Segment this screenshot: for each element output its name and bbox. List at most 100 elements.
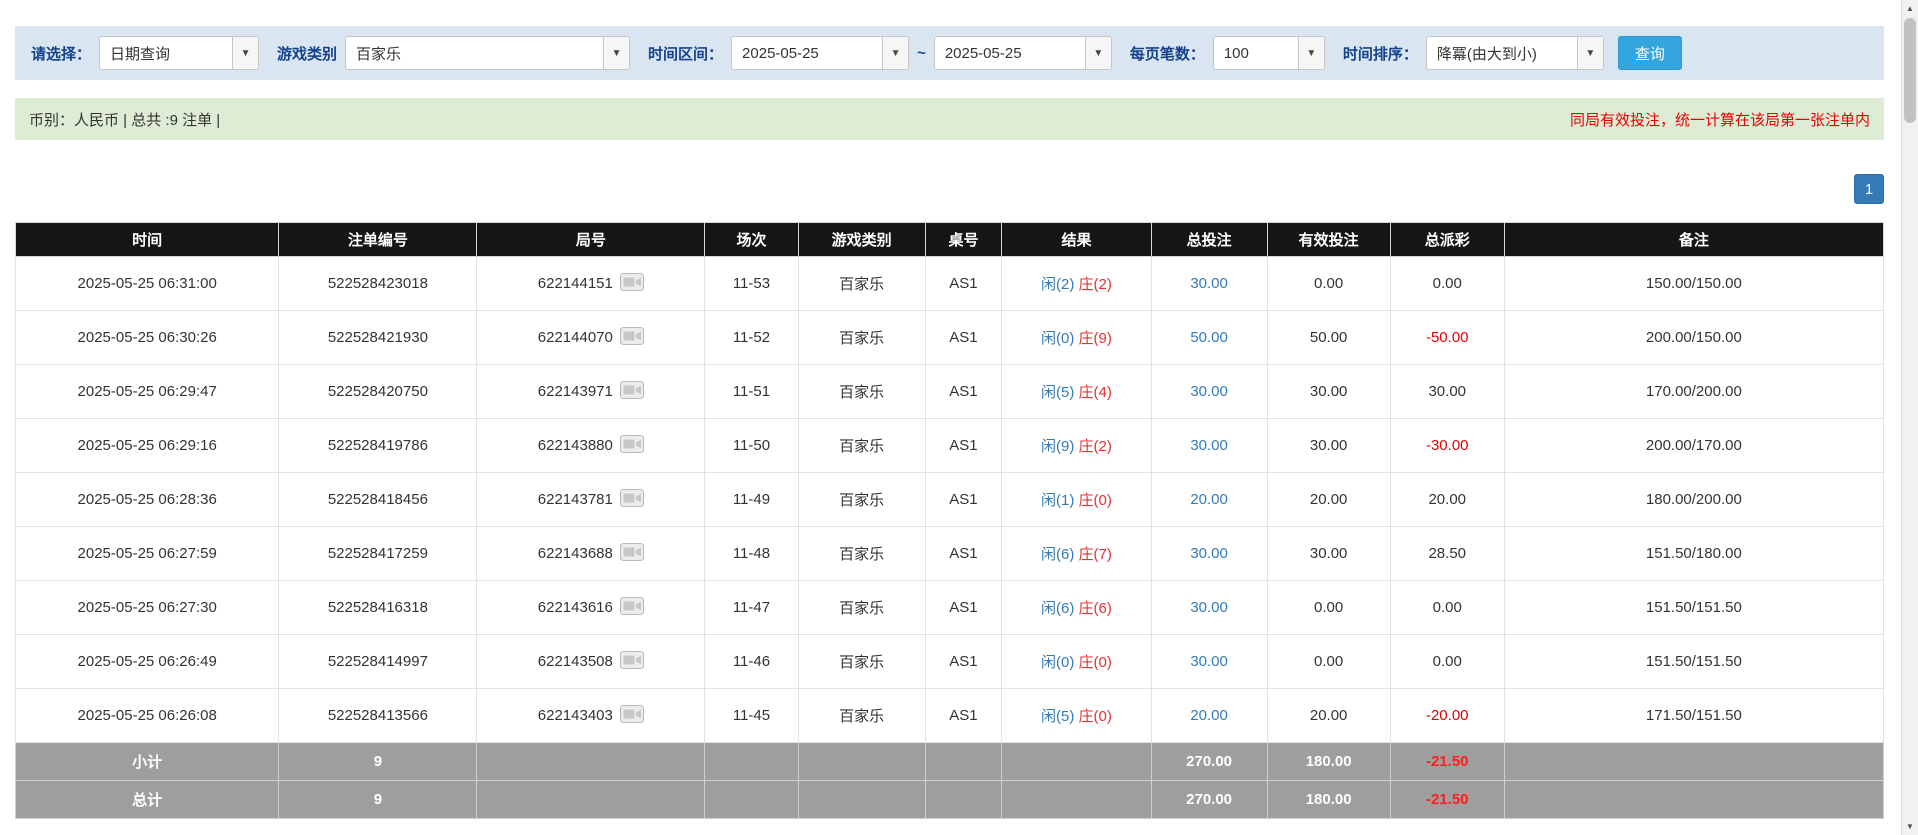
cell-table-no: AS1 xyxy=(925,257,1002,311)
game-type-label: 游戏类别 xyxy=(277,43,337,64)
column-header: 桌号 xyxy=(925,223,1002,257)
result-banker: 庄(0) xyxy=(1079,708,1112,725)
result-banker: 庄(9) xyxy=(1079,330,1112,347)
cell-time: 2025-05-25 06:29:47 xyxy=(16,365,279,419)
cell-total-bet: 30.00 xyxy=(1151,581,1267,635)
cell-round-id: 622143508 xyxy=(477,635,705,689)
total-bet-link[interactable]: 30.00 xyxy=(1190,653,1228,670)
cell-game-type: 百家乐 xyxy=(798,527,925,581)
column-header: 场次 xyxy=(705,223,798,257)
cell-valid-bet: 0.00 xyxy=(1267,635,1390,689)
subtotal-row: 小计 9 270.00 180.00 -21.50 xyxy=(16,743,1884,781)
total-bet-link[interactable]: 20.00 xyxy=(1190,491,1228,508)
scroll-down-arrow-icon[interactable]: ▼ xyxy=(1902,818,1918,835)
date-from-select[interactable]: 2025-05-25 ▼ xyxy=(731,36,909,70)
cell-valid-bet: 0.00 xyxy=(1267,257,1390,311)
scroll-up-arrow-icon[interactable]: ▲ xyxy=(1902,0,1918,17)
cell-result: 闲(6) 庄(7) xyxy=(1002,527,1151,581)
select-mode-label: 请选择： xyxy=(31,43,91,64)
page-size-label: 每页笔数： xyxy=(1130,43,1205,64)
round-number: 622143616 xyxy=(538,598,613,615)
subtotal-valid-bet: 180.00 xyxy=(1267,743,1390,781)
chevron-down-icon[interactable]: ▼ xyxy=(882,37,908,69)
replay-video-icon[interactable] xyxy=(620,543,644,565)
chevron-down-icon[interactable]: ▼ xyxy=(603,37,629,69)
chevron-down-icon[interactable]: ▼ xyxy=(1085,37,1111,69)
page-number-button[interactable]: 1 xyxy=(1854,174,1884,204)
total-bet-link[interactable]: 30.00 xyxy=(1190,437,1228,454)
cell-time: 2025-05-25 06:30:26 xyxy=(16,311,279,365)
replay-video-icon[interactable] xyxy=(620,597,644,619)
cell-remark: 200.00/150.00 xyxy=(1504,311,1883,365)
chevron-down-icon[interactable]: ▼ xyxy=(1577,37,1603,69)
sort-label: 时间排序： xyxy=(1343,43,1418,64)
total-row: 总计 9 270.00 180.00 -21.50 xyxy=(16,781,1884,819)
date-to-select[interactable]: 2025-05-25 ▼ xyxy=(934,36,1112,70)
table-body: 2025-05-25 06:31:00522528423018622144151… xyxy=(16,257,1884,743)
total-bet-link[interactable]: 30.00 xyxy=(1190,275,1228,292)
cell-game-type: 百家乐 xyxy=(798,581,925,635)
cell-time: 2025-05-25 06:28:36 xyxy=(16,473,279,527)
replay-video-icon[interactable] xyxy=(620,381,644,403)
cell-total-bet: 30.00 xyxy=(1151,635,1267,689)
total-bet-link[interactable]: 20.00 xyxy=(1190,707,1228,724)
total-bet-link[interactable]: 50.00 xyxy=(1190,329,1228,346)
total-bet-link[interactable]: 30.00 xyxy=(1190,599,1228,616)
subtotal-count: 9 xyxy=(279,743,477,781)
replay-video-icon[interactable] xyxy=(620,327,644,349)
cell-session: 11-48 xyxy=(705,527,798,581)
replay-video-icon[interactable] xyxy=(620,489,644,511)
total-bet-link[interactable]: 30.00 xyxy=(1190,383,1228,400)
cell-session: 11-53 xyxy=(705,257,798,311)
cell-time: 2025-05-25 06:29:16 xyxy=(16,419,279,473)
cell-time: 2025-05-25 06:31:00 xyxy=(16,257,279,311)
cell-result: 闲(0) 庄(9) xyxy=(1002,311,1151,365)
column-header: 总投注 xyxy=(1151,223,1267,257)
cell-time: 2025-05-25 06:27:59 xyxy=(16,527,279,581)
total-bet-link[interactable]: 30.00 xyxy=(1190,545,1228,562)
column-header: 结果 xyxy=(1002,223,1151,257)
records-table: 时间注单编号局号场次游戏类别桌号结果总投注有效投注总派彩备注 2025-05-2… xyxy=(15,222,1884,819)
cell-valid-bet: 30.00 xyxy=(1267,365,1390,419)
cell-table-no: AS1 xyxy=(925,419,1002,473)
vertical-scrollbar[interactable]: ▲ ▼ xyxy=(1901,0,1918,835)
cell-payout: 30.00 xyxy=(1390,365,1504,419)
cell-session: 11-51 xyxy=(705,365,798,419)
cell-bet-id: 522528414997 xyxy=(279,635,477,689)
cell-payout: 0.00 xyxy=(1390,581,1504,635)
result-player: 闲(2) xyxy=(1041,276,1074,293)
cell-bet-id: 522528420750 xyxy=(279,365,477,419)
cell-remark: 151.50/151.50 xyxy=(1504,635,1883,689)
cell-remark: 151.50/180.00 xyxy=(1504,527,1883,581)
cell-result: 闲(2) 庄(2) xyxy=(1002,257,1151,311)
result-banker: 庄(4) xyxy=(1079,384,1112,401)
cell-result: 闲(5) 庄(0) xyxy=(1002,689,1151,743)
replay-video-icon[interactable] xyxy=(620,273,644,295)
result-player: 闲(0) xyxy=(1041,330,1074,347)
cell-bet-id: 522528423018 xyxy=(279,257,477,311)
empty-cell xyxy=(798,781,925,819)
scrollbar-thumb[interactable] xyxy=(1904,18,1916,123)
replay-video-icon[interactable] xyxy=(620,705,644,727)
cell-table-no: AS1 xyxy=(925,689,1002,743)
cell-table-no: AS1 xyxy=(925,635,1002,689)
search-button[interactable]: 查询 xyxy=(1618,36,1682,70)
empty-cell xyxy=(1002,743,1151,781)
subtotal-payout: -21.50 xyxy=(1390,743,1504,781)
total-payout: -21.50 xyxy=(1390,781,1504,819)
empty-cell xyxy=(477,781,705,819)
cell-round-id: 622144070 xyxy=(477,311,705,365)
cell-session: 11-45 xyxy=(705,689,798,743)
query-mode-select[interactable]: 日期查询 ▼ xyxy=(99,36,259,70)
sort-select[interactable]: 降冪(由大到小) ▼ xyxy=(1426,36,1604,70)
replay-video-icon[interactable] xyxy=(620,435,644,457)
result-player: 闲(5) xyxy=(1041,708,1074,725)
page-size-select[interactable]: 100 ▼ xyxy=(1213,36,1325,70)
game-type-select[interactable]: 百家乐 ▼ xyxy=(345,36,630,70)
date-from-value: 2025-05-25 xyxy=(732,45,882,62)
sort-value: 降冪(由大到小) xyxy=(1427,43,1577,64)
chevron-down-icon[interactable]: ▼ xyxy=(1298,37,1324,69)
chevron-down-icon[interactable]: ▼ xyxy=(232,37,258,69)
cell-bet-id: 522528413566 xyxy=(279,689,477,743)
replay-video-icon[interactable] xyxy=(620,651,644,673)
